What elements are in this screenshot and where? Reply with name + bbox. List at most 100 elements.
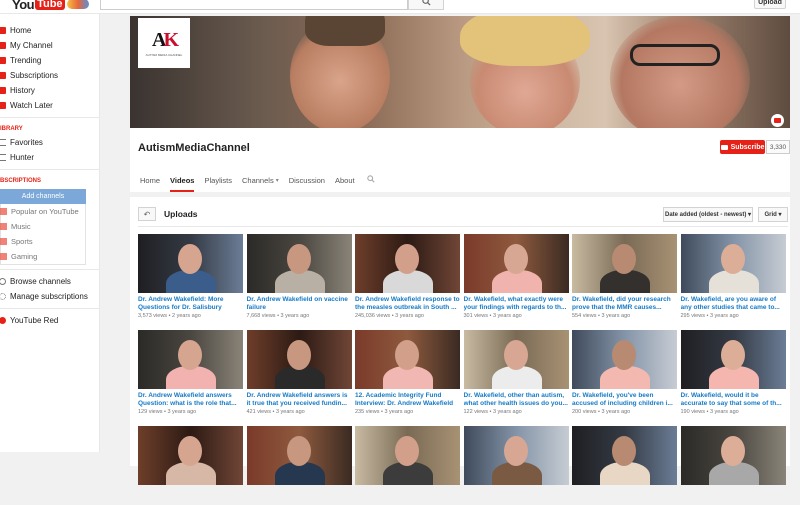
sort-dropdown[interactable]: Date added (oldest - newest) ▾ [663,207,753,222]
tab-playlists[interactable]: Playlists [204,168,232,192]
tab-about[interactable]: About [335,168,355,192]
video-thumbnail[interactable] [572,426,677,485]
video-title[interactable]: Dr. Wakefield, you've been accused of in… [572,392,677,408]
video-title[interactable]: Dr. Wakefield, what exactly were your fi… [464,296,569,312]
video-card[interactable] [355,426,460,505]
tab-home[interactable]: Home [140,168,160,192]
video-title[interactable]: Dr. Wakefield, other than autism, what o… [464,392,569,408]
video-thumbnail[interactable] [246,426,352,485]
video-thumbnail[interactable] [355,426,460,485]
video-card[interactable]: Dr. Andrew Wakefield: More Questions for… [138,234,243,319]
tab-channels[interactable]: Channels ▾ [242,168,279,192]
guide-item-gaming[interactable]: Gaming [0,249,85,264]
video-title[interactable]: Dr. Andrew Wakefield answers is it true … [247,392,352,408]
tab-videos[interactable]: Videos [170,168,195,192]
video-thumbnail[interactable] [680,426,786,485]
video-card[interactable] [246,426,352,505]
guide-item-music[interactable]: Music [0,219,85,234]
video-thumbnail[interactable] [680,330,786,389]
video-thumbnail[interactable] [463,426,569,485]
video-title[interactable] [247,488,352,504]
video-thumbnail[interactable] [138,330,243,389]
youtube-logo[interactable]: You Tube [12,0,89,12]
video-card[interactable]: Dr. Andrew Wakefield answers is it true … [246,330,352,415]
sidebar-item-history[interactable]: History [0,83,99,98]
video-meta: 190 views • 3 years ago [681,409,786,415]
video-title[interactable] [464,488,569,504]
video-title[interactable]: Dr. Wakefield, did your research prove t… [572,296,677,312]
video-thumbnail[interactable] [355,234,460,293]
video-card[interactable]: Dr. Wakefield, would it be accurate to s… [680,330,786,415]
library-item-hunter[interactable]: Hunter [0,150,99,165]
video-title[interactable] [355,488,460,504]
video-card[interactable]: Dr. Wakefield, other than autism, what o… [463,330,569,415]
browse-channels-label: Browse channels [10,277,71,286]
video-thumbnail[interactable] [246,234,352,293]
youtube-play-icon[interactable] [771,114,784,127]
video-views: 554 views [572,313,597,319]
library-item-favorites[interactable]: Favorites [0,135,99,150]
video-title[interactable] [138,488,243,504]
video-meta: 7,668 views • 3 years ago [247,313,352,319]
video-thumbnail[interactable] [680,234,786,293]
video-title[interactable] [572,488,677,504]
search-button[interactable] [408,0,444,10]
sidebar-divider [0,117,100,118]
video-card[interactable]: Dr. Andrew Wakefield on vaccine failure 7… [246,234,352,319]
video-thumbnail[interactable] [463,234,569,293]
back-arrow-icon[interactable]: ↶ [138,207,156,221]
video-thumbnail[interactable] [355,330,460,389]
video-card[interactable] [138,426,243,505]
subscribe-button[interactable]: Subscribe [720,140,765,154]
sidebar-item-watch-later[interactable]: Watch Later [0,98,99,113]
video-age: 3 years ago [601,409,631,415]
guide-item-popular-on-youtube[interactable]: Popular on YouTube [0,204,85,219]
person-head [503,436,528,466]
add-channels-button[interactable]: Add channels [0,189,86,204]
youtube-red-link[interactable]: YouTube Red [0,313,99,328]
video-card[interactable] [680,426,786,505]
video-card[interactable]: Dr. Wakefield, are you aware of any othe… [680,234,786,319]
sidebar-item-home[interactable]: Home [0,23,99,38]
video-age: 3 years ago [709,409,739,415]
video-card[interactable]: 12. Academic Integrity Fund Interview: D… [355,330,460,415]
banner-hair [460,16,590,66]
video-card[interactable]: Dr. Wakefield, what exactly were your fi… [463,234,569,319]
video-age: 3 years ago [275,409,305,415]
video-card[interactable]: Dr. Andrew Wakefield answers Question: w… [138,330,243,415]
manage-subscriptions-link[interactable]: Manage subscriptions [0,289,99,304]
video-thumbnail[interactable] [572,330,677,389]
video-card[interactable] [463,426,569,505]
sidebar-item-trending[interactable]: Trending [0,53,99,68]
browse-channels-link[interactable]: Browse channels [0,274,99,289]
video-thumbnail[interactable] [572,234,677,293]
video-card[interactable] [572,426,677,505]
video-thumbnail[interactable] [463,330,569,389]
video-title[interactable]: 12. Academic Integrity Fund Interview: D… [355,392,460,408]
video-card[interactable]: Dr. Wakefield, you've been accused of in… [572,330,677,415]
video-thumbnail[interactable] [138,426,243,485]
guide-channels: Popular on YouTube Music Sports Gaming [0,204,86,265]
search-input[interactable] [100,0,408,10]
video-title[interactable] [681,488,786,504]
channel-name: AutismMediaChannel [138,142,250,154]
tab-discussion[interactable]: Discussion [289,168,325,192]
video-title[interactable]: Dr. Wakefield, are you aware of any othe… [681,296,786,312]
video-thumbnail[interactable] [138,234,243,293]
video-card[interactable]: Dr. Wakefield, did your research prove t… [572,234,677,319]
video-title[interactable]: Dr. Wakefield, would it be accurate to s… [681,392,786,408]
video-title[interactable]: Dr. Andrew Wakefield on vaccine failure [247,296,352,312]
youtube-red-icon [0,317,6,324]
channel-search-icon[interactable] [366,175,375,185]
video-title[interactable]: Dr. Andrew Wakefield: More Questions for… [138,296,243,312]
sidebar-item-subscriptions[interactable]: Subscriptions [0,68,99,83]
sidebar-item-my-channel[interactable]: My Channel [0,38,99,53]
view-dropdown[interactable]: Grid ▾ [758,207,788,222]
video-thumbnail[interactable] [246,330,352,389]
video-title[interactable]: Dr. Andrew Wakefield answers Question: w… [138,392,243,408]
guide-item-sports[interactable]: Sports [0,234,85,249]
video-card[interactable]: Dr. Andrew Wakefield response to the mea… [355,234,460,319]
upload-button[interactable]: Upload [754,0,786,9]
video-title[interactable]: Dr. Andrew Wakefield response to the mea… [355,296,460,312]
video-meta: 295 views • 3 years ago [681,313,786,319]
